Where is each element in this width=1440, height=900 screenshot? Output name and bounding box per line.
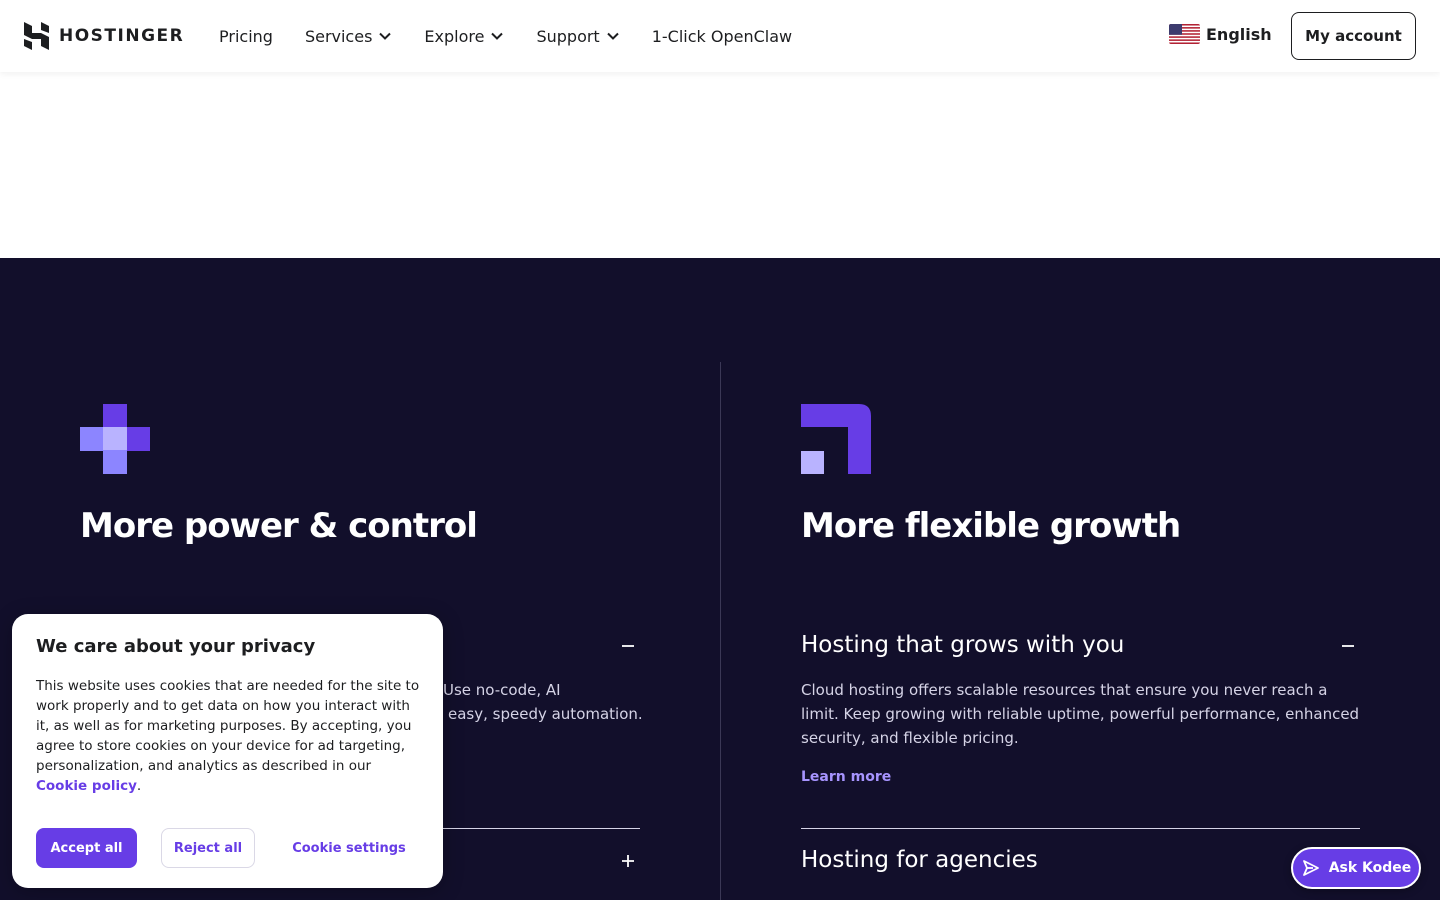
cookie-link-suffix: . — [136, 778, 142, 794]
left-column-title: More power & control — [80, 506, 478, 546]
cookie-policy-link[interactable]: Cookie policy — [36, 778, 137, 794]
kodee-sparkle-icon — [1302, 860, 1319, 876]
chevron-down-icon — [491, 32, 504, 40]
hostinger-logo[interactable]: HOSTINGER — [24, 22, 184, 50]
minus-icon[interactable] — [1340, 638, 1356, 654]
minus-icon[interactable] — [620, 638, 636, 654]
nav-support[interactable]: Support — [536, 27, 619, 46]
accordion-heading-grows[interactable]: Hosting that grows with you — [801, 632, 1124, 658]
right-column-title: More flexible growth — [801, 506, 1181, 546]
nav-support-label: Support — [536, 26, 600, 46]
nav-explore-label: Explore — [424, 26, 485, 46]
cookie-description: This website uses cookies that are neede… — [36, 678, 420, 774]
language-label: English — [1206, 24, 1272, 44]
nav-services-label: Services — [304, 26, 373, 46]
us-flag-icon — [1169, 24, 1200, 44]
plus-icon[interactable] — [620, 853, 636, 869]
cookie-settings-button[interactable]: Cookie settings — [283, 828, 415, 868]
right-accordion-divider — [801, 828, 1360, 829]
left-accordion-text-line1: Use no-code, AI — [443, 681, 561, 699]
nav-openclaw[interactable]: 1-Click OpenClaw — [652, 27, 792, 46]
hostinger-logo-icon — [24, 22, 49, 50]
reject-all-button[interactable]: Reject all — [161, 828, 255, 868]
accordion-heading-agencies[interactable]: Hosting for agencies — [801, 847, 1038, 873]
ask-kodee-button[interactable]: Ask Kodee — [1291, 847, 1421, 889]
accordion-body-grows: Cloud hosting offers scalable resources … — [801, 681, 1360, 747]
left-accordion-divider — [440, 828, 640, 829]
ask-kodee-label: Ask Kodee — [1328, 860, 1412, 876]
nav-pricing[interactable]: Pricing — [219, 27, 273, 46]
nav-services[interactable]: Services — [305, 27, 392, 46]
column-divider — [720, 362, 721, 900]
accept-all-button[interactable]: Accept all — [36, 828, 137, 868]
cookie-text: This website uses cookies that are neede… — [36, 676, 420, 796]
main-nav: Pricing Services Explore Support 1-Click… — [219, 0, 824, 72]
nav-explore[interactable]: Explore — [424, 27, 504, 46]
my-account-button[interactable]: My account — [1291, 12, 1416, 60]
corner-blocks-icon — [801, 404, 871, 474]
logo-text: HOSTINGER — [59, 26, 185, 46]
chevron-down-icon — [379, 32, 392, 40]
language-selector[interactable]: English — [1169, 24, 1272, 44]
nav-pricing-label: Pricing — [219, 26, 273, 46]
cookie-title: We care about your privacy — [36, 636, 316, 657]
left-accordion-text-line2: easy, speedy automation. — [448, 705, 643, 723]
plus-blocks-icon — [80, 404, 150, 474]
nav-openclaw-label: 1-Click OpenClaw — [651, 26, 793, 46]
site-header: HOSTINGER Pricing Services Explore Suppo… — [0, 0, 1440, 72]
learn-more-link[interactable]: Learn more — [801, 769, 891, 785]
chevron-down-icon — [606, 32, 619, 40]
cookie-banner: We care about your privacy This website … — [12, 614, 443, 888]
